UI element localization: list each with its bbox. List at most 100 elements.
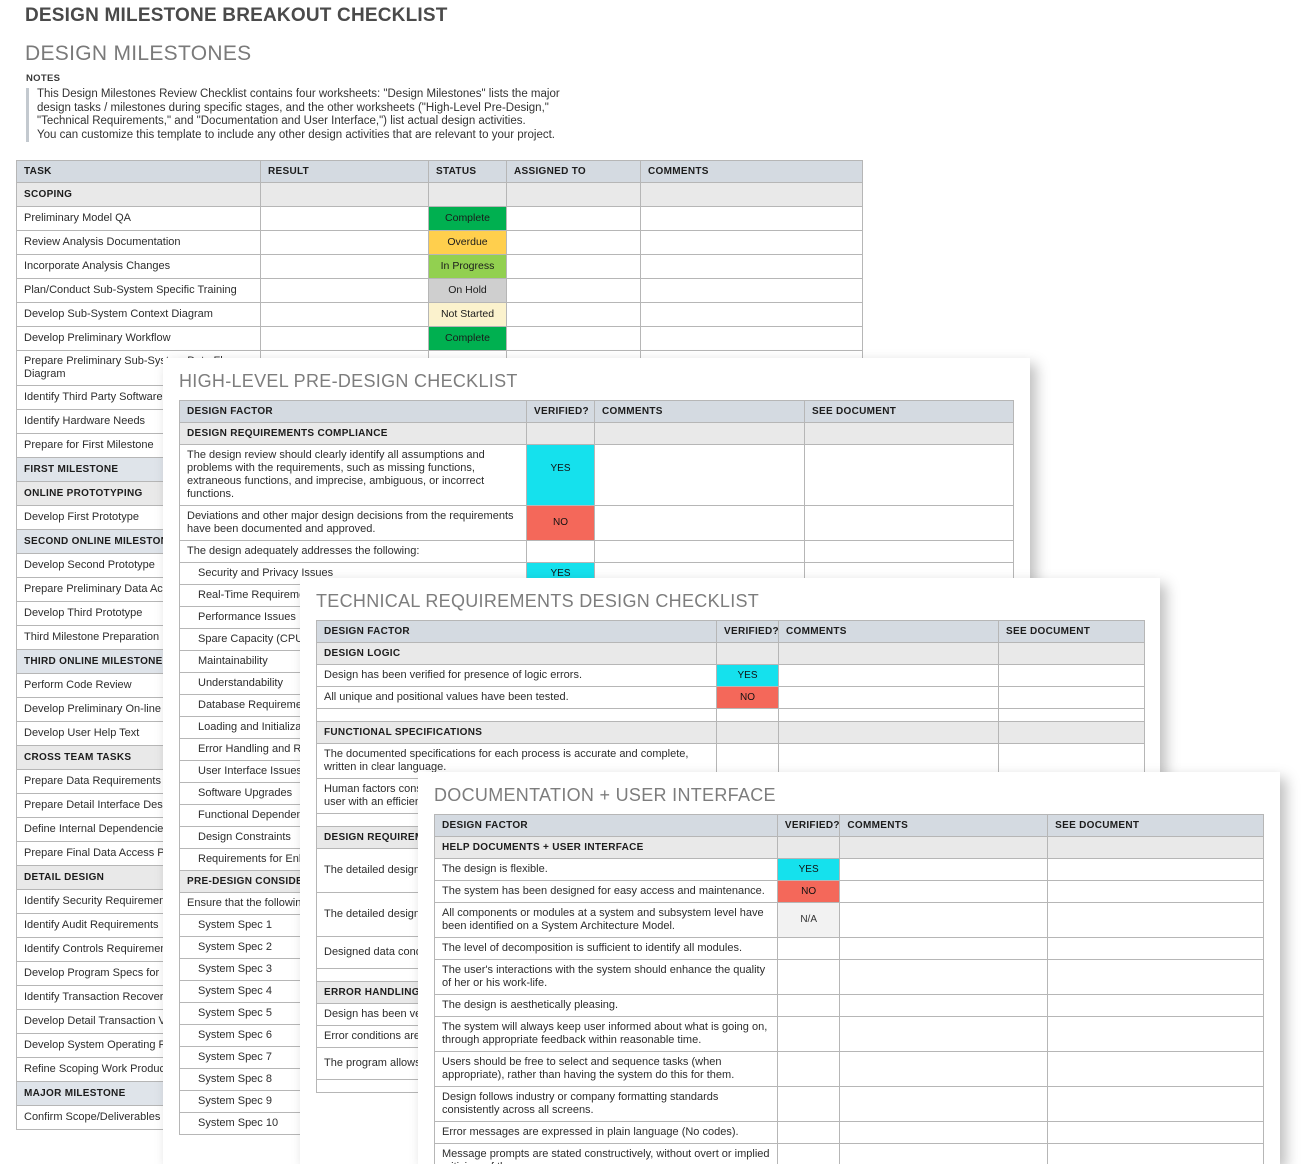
see-document-cell[interactable]: [1047, 902, 1264, 938]
see-document-cell[interactable]: [1047, 1016, 1264, 1052]
assigned-to-cell[interactable]: [506, 230, 641, 255]
status-cell[interactable]: Overdue: [428, 230, 507, 255]
verified-cell[interactable]: [776, 937, 841, 960]
section-empty-cell[interactable]: [804, 422, 1014, 445]
see-document-cell[interactable]: [1047, 858, 1264, 881]
verified-cell[interactable]: [776, 994, 841, 1017]
comments-cell[interactable]: [640, 206, 863, 231]
verified-cell[interactable]: [776, 1121, 841, 1144]
assigned-to-cell[interactable]: [506, 254, 641, 279]
status-cell[interactable]: Not Started: [428, 302, 507, 327]
verified-cell[interactable]: YES: [776, 858, 841, 881]
comments-cell[interactable]: [839, 1016, 1049, 1052]
comments-cell[interactable]: [839, 994, 1049, 1017]
verified-cell[interactable]: NO: [716, 686, 779, 709]
verified-cell[interactable]: N/A: [776, 902, 841, 938]
table-row: Plan/Conduct Sub-System Specific Trainin…: [16, 278, 863, 303]
comments-cell[interactable]: [839, 1143, 1049, 1164]
comments-cell[interactable]: [778, 686, 999, 709]
see-document-cell[interactable]: [1047, 1143, 1264, 1164]
status-cell[interactable]: Complete: [428, 206, 507, 231]
section-empty-cell[interactable]: [526, 422, 595, 445]
see-document-cell[interactable]: [804, 444, 1014, 506]
comments-cell[interactable]: [839, 902, 1049, 938]
verified-cell[interactable]: [526, 540, 595, 563]
result-cell[interactable]: [260, 230, 429, 255]
verified-cell[interactable]: YES: [526, 444, 595, 506]
comments-cell[interactable]: [839, 937, 1049, 960]
see-document-cell[interactable]: [998, 664, 1145, 687]
table-row: Design follows industry or company forma…: [434, 1086, 1264, 1122]
verified-cell[interactable]: NO: [526, 505, 595, 541]
result-cell[interactable]: [260, 278, 429, 303]
see-document-cell[interactable]: [1047, 1051, 1264, 1087]
comments-cell[interactable]: [594, 540, 805, 563]
section-empty-cell[interactable]: [260, 182, 429, 207]
section-label: DESIGN LOGIC: [316, 642, 717, 665]
comments-cell[interactable]: [839, 1121, 1049, 1144]
design-factor-label: The design is flexible.: [434, 858, 778, 881]
see-document-cell[interactable]: [1047, 1121, 1264, 1144]
section-empty-cell[interactable]: [594, 422, 805, 445]
status-cell[interactable]: Complete: [428, 326, 507, 351]
see-document-cell[interactable]: [1047, 1086, 1264, 1122]
comments-cell[interactable]: [640, 254, 863, 279]
see-document-cell[interactable]: [1047, 994, 1264, 1017]
see-document-cell[interactable]: [804, 505, 1014, 541]
comments-cell[interactable]: [640, 326, 863, 351]
result-cell[interactable]: [260, 302, 429, 327]
comments-cell[interactable]: [778, 664, 999, 687]
section-empty-cell[interactable]: [506, 182, 641, 207]
comments-cell[interactable]: [640, 278, 863, 303]
assigned-to-cell[interactable]: [506, 302, 641, 327]
section-empty-cell[interactable]: [998, 721, 1145, 744]
verified-cell[interactable]: YES: [716, 664, 779, 687]
see-document-cell[interactable]: [998, 686, 1145, 709]
result-cell[interactable]: [260, 326, 429, 351]
comments-cell[interactable]: [839, 858, 1049, 881]
see-document-cell[interactable]: [1047, 937, 1264, 960]
verified-cell[interactable]: [776, 1143, 841, 1164]
section-empty-cell[interactable]: [778, 721, 999, 744]
status-cell[interactable]: On Hold: [428, 278, 507, 303]
status-badge: On Hold: [429, 279, 506, 302]
section-empty-cell[interactable]: [716, 721, 779, 744]
result-cell[interactable]: [260, 206, 429, 231]
assigned-to-cell[interactable]: [506, 206, 641, 231]
design-factor-label: The design adequately addresses the foll…: [179, 540, 527, 563]
verified-cell[interactable]: [776, 959, 841, 995]
assigned-to-cell[interactable]: [506, 326, 641, 351]
verified-cell[interactable]: [776, 1016, 841, 1052]
col-result: RESULT: [260, 160, 429, 183]
task-label: Preliminary Model QA: [16, 206, 261, 231]
section-empty-cell[interactable]: [716, 642, 779, 665]
section-empty-cell[interactable]: [640, 182, 863, 207]
section-empty-cell[interactable]: [428, 182, 507, 207]
comments-cell[interactable]: [640, 302, 863, 327]
comments-cell[interactable]: [839, 1051, 1049, 1087]
comments-cell[interactable]: [594, 444, 805, 506]
assigned-to-cell[interactable]: [506, 278, 641, 303]
comments-cell[interactable]: [594, 505, 805, 541]
verified-cell[interactable]: NO: [776, 880, 841, 903]
table-row: Develop Preliminary Workflow Complete: [16, 326, 863, 351]
documentation-user-interface-panel[interactable]: DOCUMENTATION + USER INTERFACE DESIGN FA…: [418, 772, 1280, 1164]
comments-cell[interactable]: [839, 959, 1049, 995]
section-empty-cell[interactable]: [998, 642, 1145, 665]
table-row: The design is flexible. YES: [434, 858, 1264, 881]
section-empty-cell[interactable]: [839, 836, 1049, 859]
see-document-cell[interactable]: [804, 540, 1014, 563]
comments-cell[interactable]: [839, 1086, 1049, 1122]
comments-cell[interactable]: [839, 880, 1049, 903]
section-label: HELP DOCUMENTS + USER INTERFACE: [434, 836, 778, 859]
see-document-cell[interactable]: [1047, 880, 1264, 903]
see-document-cell[interactable]: [1047, 959, 1264, 995]
section-empty-cell[interactable]: [1047, 836, 1264, 859]
verified-cell[interactable]: [776, 1086, 841, 1122]
result-cell[interactable]: [260, 254, 429, 279]
comments-cell[interactable]: [640, 230, 863, 255]
status-cell[interactable]: In Progress: [428, 254, 507, 279]
section-empty-cell[interactable]: [776, 836, 841, 859]
section-empty-cell[interactable]: [778, 642, 999, 665]
verified-cell[interactable]: [776, 1051, 841, 1087]
